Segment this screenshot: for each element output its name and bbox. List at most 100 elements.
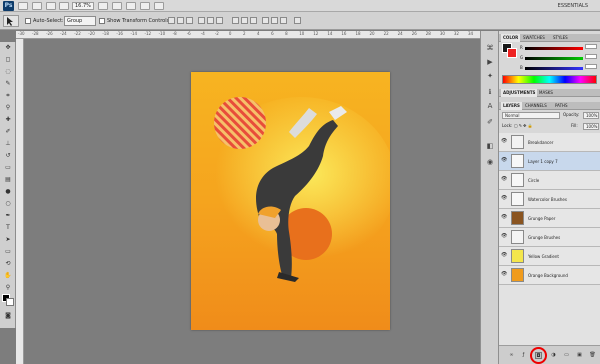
layer-name[interactable]: Grunge Brushes	[528, 228, 560, 247]
layer-thumbnail[interactable]	[511, 173, 524, 187]
path-selection-tool-icon[interactable]: ➤	[3, 236, 13, 244]
layer-row[interactable]: 👁 Grunge Paper	[499, 209, 600, 228]
clone-stamp-tool-icon[interactable]: ⊥	[3, 140, 13, 148]
hand-tool-icon[interactable]: ✋	[3, 272, 13, 280]
layer-thumbnail[interactable]	[511, 211, 524, 225]
arrange-documents-icon[interactable]	[126, 2, 136, 10]
tab-layers[interactable]: LAYERS	[501, 102, 522, 110]
background-color-swatch[interactable]	[6, 298, 14, 306]
healing-brush-tool-icon[interactable]: ✚	[3, 116, 13, 124]
auto-align-icon[interactable]	[294, 17, 301, 24]
lasso-tool-icon[interactable]: ◌	[3, 68, 13, 76]
blend-mode-select[interactable]: Normal	[502, 112, 560, 119]
move-tool-preset-icon[interactable]	[3, 15, 19, 27]
tab-channels[interactable]: CHANNELS	[523, 102, 549, 110]
eraser-tool-icon[interactable]: ▭	[3, 164, 13, 172]
layer-row[interactable]: 👁 Circle	[499, 171, 600, 190]
layer-name[interactable]: Layer 1 copy 7	[528, 152, 558, 171]
workspace-switcher[interactable]: ESSENTIALS	[558, 1, 588, 11]
align-left-icon[interactable]	[198, 17, 205, 24]
layer-thumbnail[interactable]	[511, 268, 524, 282]
blue-value[interactable]	[585, 64, 597, 69]
adjustment-layer-icon[interactable]: ◑	[550, 352, 557, 359]
layer-name[interactable]: Yellow Gradient	[528, 247, 559, 266]
navigator-panel-icon[interactable]: ✦	[485, 71, 495, 81]
lock-icons[interactable]: ▢✎✥🔒	[514, 122, 544, 129]
zoom-tool-icon[interactable]: ⚲	[3, 284, 13, 292]
new-layer-icon[interactable]: ▣	[576, 352, 583, 359]
align-bottom-icon[interactable]	[186, 17, 193, 24]
red-value[interactable]	[585, 44, 597, 49]
distribute-left-icon[interactable]	[262, 17, 269, 24]
brush-panel-icon[interactable]: ✐	[485, 117, 495, 127]
distribute-vcenter-icon[interactable]	[241, 17, 248, 24]
opacity-input[interactable]: 100%	[583, 112, 599, 119]
eyedropper-tool-icon[interactable]: ⚲	[3, 104, 13, 112]
show-transform-checkbox[interactable]	[99, 18, 105, 24]
extra-icon[interactable]	[154, 2, 164, 10]
visibility-eye-icon[interactable]: 👁	[501, 253, 507, 258]
link-layers-icon[interactable]: ∞	[508, 352, 515, 359]
color-bg-swatch[interactable]	[507, 48, 517, 58]
align-right-icon[interactable]	[216, 17, 223, 24]
hand-tool-icon[interactable]	[59, 2, 69, 10]
info-panel-icon[interactable]: ℹ	[485, 87, 495, 97]
tab-adjustments[interactable]: ADJUSTMENTS	[501, 89, 538, 97]
blur-tool-icon[interactable]: ●	[3, 188, 13, 196]
distribute-bottom-icon[interactable]	[250, 17, 257, 24]
3d-rotate-tool-icon[interactable]: ⟲	[3, 260, 13, 268]
delete-layer-icon[interactable]: 🗑	[589, 352, 596, 359]
clone-source-icon[interactable]: ◉	[485, 157, 495, 167]
quick-select-tool-icon[interactable]: ✎	[3, 80, 13, 88]
layer-row[interactable]: 👁 Grunge Brushes	[499, 228, 600, 247]
pen-tool-icon[interactable]: ✒	[3, 212, 13, 220]
align-top-icon[interactable]	[168, 17, 175, 24]
zoom-level[interactable]: 16.7%	[72, 2, 94, 10]
auto-select-checkbox[interactable]	[25, 18, 31, 24]
new-group-icon[interactable]: ▭	[563, 352, 570, 359]
visibility-eye-icon[interactable]: 👁	[501, 215, 507, 220]
history-brush-tool-icon[interactable]: ↺	[3, 152, 13, 160]
visibility-eye-icon[interactable]: 👁	[501, 139, 507, 144]
tab-color[interactable]: COLOR	[501, 34, 521, 42]
quick-mask-icon[interactable]: ◙	[3, 312, 13, 320]
visibility-eye-icon[interactable]: 👁	[501, 234, 507, 239]
blue-slider[interactable]	[525, 67, 583, 70]
bridge-icon[interactable]	[18, 2, 28, 10]
tab-swatches[interactable]: SWATCHES	[521, 34, 547, 42]
distribute-hcenter-icon[interactable]	[271, 17, 278, 24]
visibility-eye-icon[interactable]: 👁	[501, 177, 507, 182]
document-artwork[interactable]	[191, 72, 396, 330]
layer-thumbnail[interactable]	[511, 230, 524, 244]
layer-name[interactable]: Orange Background	[528, 266, 568, 285]
gradient-tool-icon[interactable]: ▤	[3, 176, 13, 184]
color-spectrum[interactable]	[502, 75, 597, 84]
green-slider[interactable]	[525, 57, 583, 60]
marquee-tool-icon[interactable]: ◻	[3, 56, 13, 64]
crop-tool-icon[interactable]: ⌗	[3, 92, 13, 100]
shape-tool-icon[interactable]: ▭	[3, 248, 13, 256]
distribute-top-icon[interactable]	[232, 17, 239, 24]
mini-bridge-icon[interactable]	[32, 2, 42, 10]
dodge-tool-icon[interactable]: ○	[3, 200, 13, 208]
layer-name[interactable]: Watercolor Brushes	[528, 190, 567, 209]
visibility-eye-icon[interactable]: 👁	[501, 272, 507, 277]
history-panel-icon[interactable]: ⌘	[485, 43, 495, 53]
tab-paths[interactable]: PATHS	[553, 102, 570, 110]
brush-tool-icon[interactable]: ✐	[3, 128, 13, 136]
layer-row[interactable]: 👁 Yellow Gradient	[499, 247, 600, 266]
screen-mode-icon[interactable]	[140, 2, 150, 10]
layer-thumbnail[interactable]	[511, 154, 524, 168]
view-extras-icon[interactable]	[46, 2, 56, 10]
layer-thumbnail[interactable]	[511, 249, 524, 263]
visibility-eye-icon[interactable]: 👁	[501, 158, 507, 163]
layer-row[interactable]: 👁 Watercolor Brushes	[499, 190, 600, 209]
layer-row[interactable]: 👁 Orange Background	[499, 266, 600, 285]
layer-name[interactable]: Breakdancer	[528, 133, 553, 152]
tab-masks[interactable]: MASKS	[537, 89, 555, 97]
type-tool-icon[interactable]: T	[3, 224, 13, 232]
layer-style-icon[interactable]: ƒ	[520, 352, 527, 359]
layer-row[interactable]: 👁 Breakdancer	[499, 133, 600, 152]
layer-name[interactable]: Circle	[528, 171, 539, 190]
align-vcenter-icon[interactable]	[177, 17, 184, 24]
